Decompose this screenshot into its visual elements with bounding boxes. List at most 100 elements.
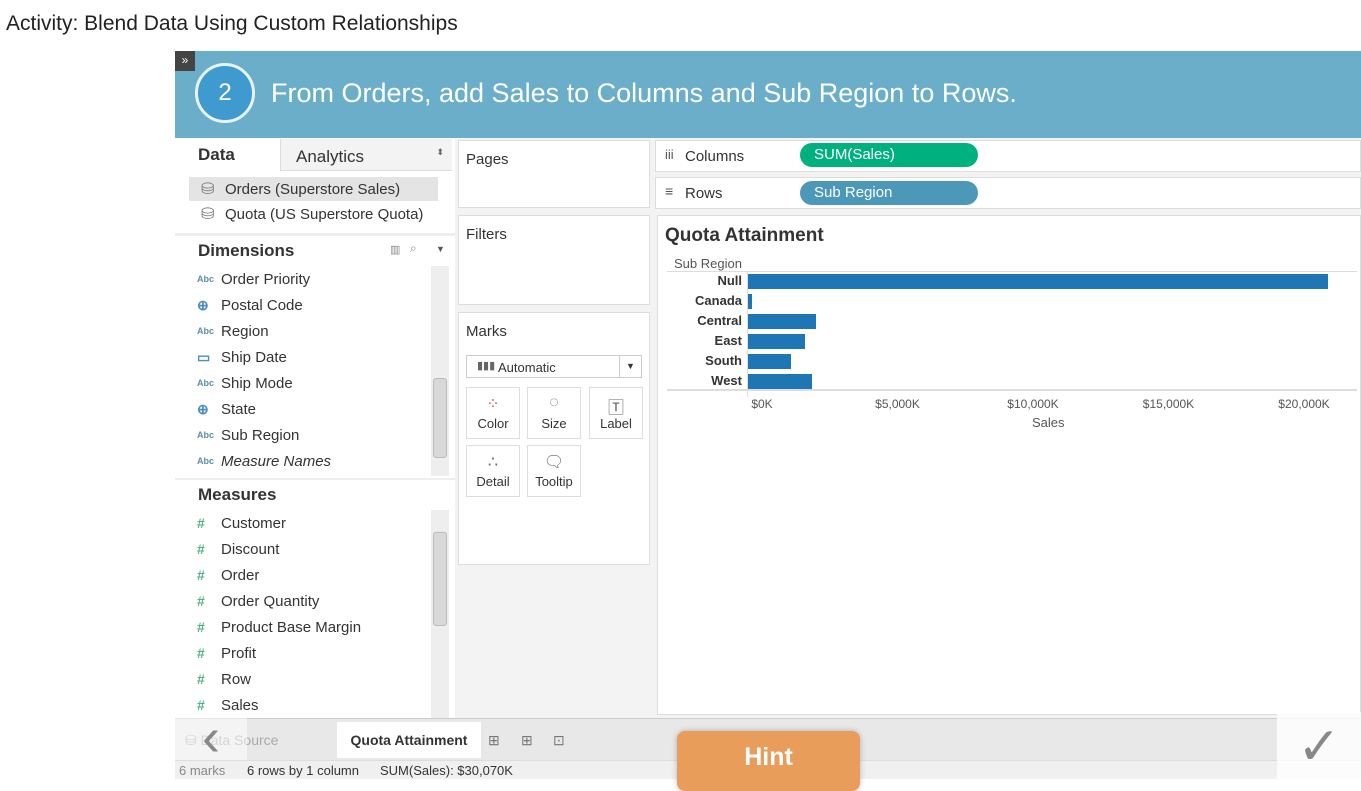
row-header-label: Sub Region [674, 256, 742, 271]
field-region[interactable]: Abc Region [175, 318, 269, 344]
field-order-quantity[interactable]: # Order Quantity [175, 588, 319, 614]
bar-chart-icon: ▮▮▮ [477, 360, 496, 372]
tooltip-button[interactable]: 🗨 Tooltip [527, 445, 581, 497]
rows-label: Rows [685, 185, 723, 202]
field-row[interactable]: # Row [175, 666, 251, 692]
field-discount[interactable]: # Discount [175, 536, 279, 562]
field-product-base-margin[interactable]: # Product Base Margin [175, 614, 361, 640]
measures-scrollbar[interactable] [431, 510, 449, 718]
number-icon: # [197, 671, 205, 687]
back-arrow-icon[interactable]: ‹ [175, 710, 247, 764]
tab-data[interactable]: Data [198, 145, 235, 165]
number-icon: # [197, 567, 205, 583]
filters-card[interactable]: Filters [458, 215, 650, 305]
bar-central[interactable] [748, 314, 816, 329]
abc-icon: Abc [197, 326, 215, 336]
pages-card[interactable]: Pages [458, 140, 650, 208]
abc-icon: Abc [197, 430, 215, 440]
rows-shelf[interactable]: ≡ Rows [655, 177, 1361, 209]
dimensions-list: Abc Order Priority ⊕ Postal Code Abc Region… [175, 266, 430, 474]
hint-button[interactable]: Hint [677, 731, 860, 791]
datasource-orders[interactable]: ⛁ Orders (Superstore Sales) [189, 177, 438, 201]
number-icon: # [197, 541, 205, 557]
number-icon: # [197, 515, 205, 531]
abc-icon: Abc [197, 456, 215, 466]
database-icon: ⛁ [201, 206, 215, 223]
datasource-label: Quota (US Superstore Quota) [225, 206, 424, 223]
bar-west[interactable] [748, 374, 812, 389]
field-label: Order Quantity [221, 592, 320, 610]
field-order-priority[interactable]: Abc Order Priority [175, 266, 310, 292]
field-measure-names[interactable]: Abc Measure Names [175, 448, 331, 474]
tooltip-icon: 🗨 [543, 454, 565, 471]
chevron-down-icon: ▼ [619, 356, 641, 377]
field-label: Postal Code [221, 296, 303, 314]
field-state[interactable]: ⊕ State [175, 396, 256, 422]
tab-analytics[interactable]: Analytics ⬍ [280, 139, 452, 171]
sum-sales-pill[interactable]: SUM(Sales) [800, 143, 978, 167]
x-tick-label: $15,000K [1142, 397, 1195, 411]
new-dashboard-icon[interactable]: ⊞ [521, 722, 533, 758]
datasource-label: Orders (Superstore Sales) [225, 181, 401, 198]
bar-canada[interactable] [748, 294, 753, 309]
x-tick-label: $0K [751, 397, 773, 411]
scroll-thumb[interactable] [433, 532, 447, 626]
x-tick-label: $5,000K [875, 397, 920, 411]
dropdown-icon[interactable]: ▼ [436, 244, 445, 254]
scroll-thumb[interactable] [433, 378, 447, 458]
field-label: Sales [221, 696, 259, 714]
marks-label: Marks [466, 323, 507, 340]
bar-null[interactable] [748, 274, 1328, 289]
new-worksheet-icon[interactable]: ⊞ [488, 722, 500, 758]
dimensions-heading: Dimensions [198, 241, 295, 260]
rows-icon: ≡ [665, 183, 674, 199]
x-axis-label: Sales [1032, 415, 1065, 430]
sub-region-pill[interactable]: Sub Region [800, 181, 978, 205]
category-label: Canada [695, 293, 742, 308]
mark-type-dropdown[interactable]: ▮▮▮ Automatic ▼ [466, 355, 642, 378]
number-icon: # [197, 593, 205, 609]
status-rows: 6 rows by 1 column [247, 763, 359, 778]
color-button[interactable]: ⁘ Color [466, 387, 520, 439]
globe-icon: ⊕ [197, 296, 209, 313]
view-toggle-icon[interactable]: ▥ [390, 243, 400, 256]
category-label: Central [697, 313, 742, 328]
x-tick-label: $20,000K [1278, 397, 1330, 411]
field-postal-code[interactable]: ⊕ Postal Code [175, 292, 303, 318]
step-number: 2 [195, 63, 255, 123]
bar-east[interactable] [748, 334, 805, 349]
field-order[interactable]: # Order [175, 562, 259, 588]
number-icon: # [197, 645, 205, 661]
field-sub-region[interactable]: Abc Sub Region [175, 422, 299, 448]
check-icon[interactable]: ✓ [1277, 712, 1361, 779]
label-button[interactable]: 🅃 Label [589, 387, 643, 439]
bar-south[interactable] [748, 354, 791, 369]
tab-quota-attainment[interactable]: Quota Attainment [337, 722, 481, 758]
detail-button[interactable]: ∴ Detail [466, 445, 520, 497]
new-story-icon[interactable]: ⊡ [553, 722, 565, 758]
columns-shelf[interactable]: iii Columns [655, 140, 1361, 172]
step-instruction: From Orders, add Sales to Columns and Su… [271, 78, 1017, 108]
field-label: Order [221, 566, 260, 584]
category-label: East [714, 333, 742, 348]
size-icon: ◌ [549, 394, 559, 411]
datasource-quota[interactable]: ⛁ Quota (US Superstore Quota) [189, 202, 438, 226]
category-label: West [711, 373, 742, 388]
pages-label: Pages [466, 151, 509, 168]
dimensions-scrollbar[interactable] [431, 266, 449, 476]
size-button[interactable]: ◌ Size [527, 387, 581, 439]
search-icon[interactable]: ⌕ [410, 241, 417, 256]
field-profit[interactable]: # Profit [175, 640, 256, 666]
field-label: Region [221, 322, 269, 340]
mark-type-value: Automatic [498, 360, 556, 375]
field-customer[interactable]: # Customer [175, 510, 286, 536]
calendar-icon: ▭ [197, 348, 211, 365]
field-ship-mode[interactable]: Abc Ship Mode [175, 370, 293, 396]
field-label: State [221, 400, 257, 418]
tab-analytics-label: Analytics [296, 147, 365, 166]
number-icon: # [197, 619, 205, 635]
field-ship-date[interactable]: ▭ Ship Date [175, 344, 287, 370]
collapse-icon[interactable]: » [175, 51, 195, 71]
button-label: Detail [476, 474, 510, 489]
divider [175, 233, 455, 236]
